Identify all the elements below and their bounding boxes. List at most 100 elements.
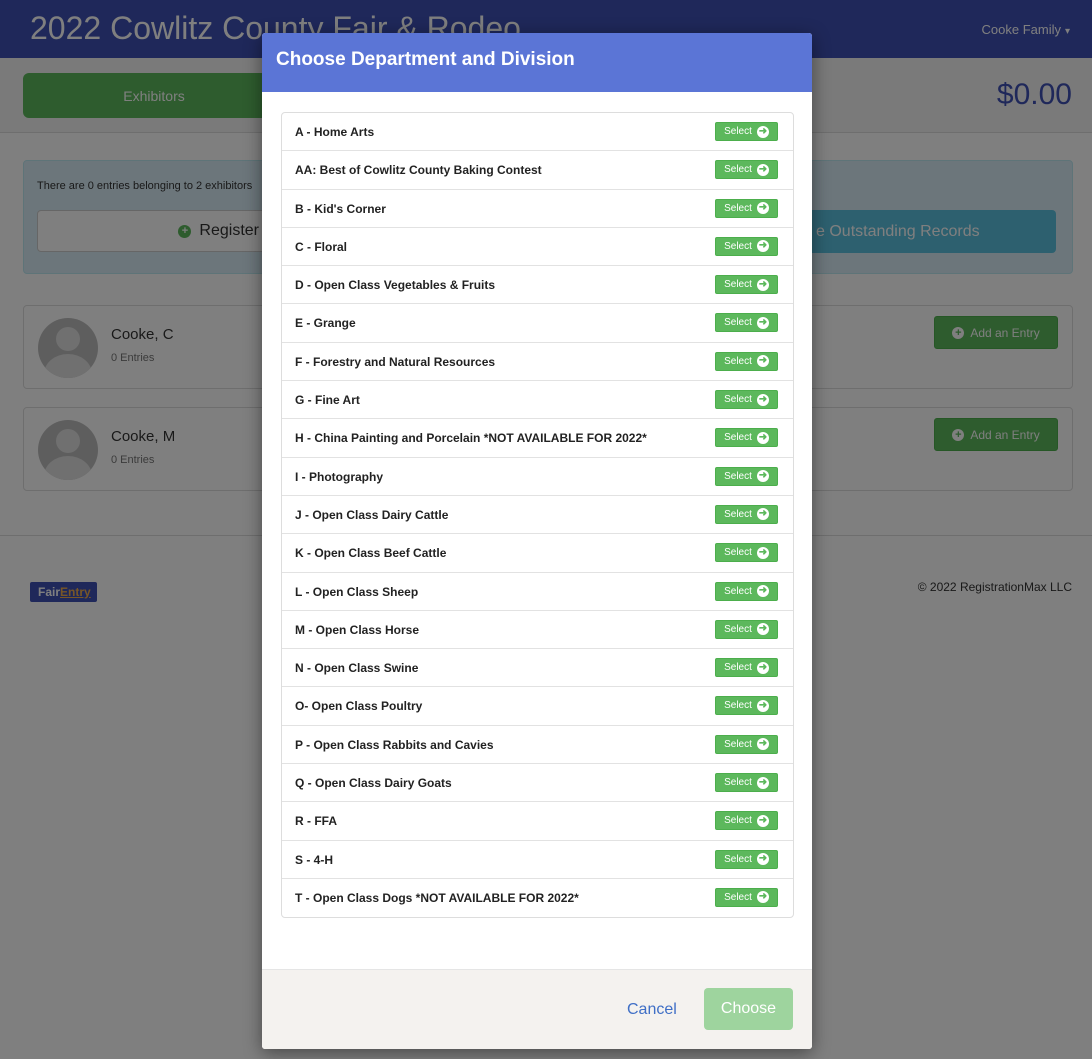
select-label: Select: [724, 470, 752, 482]
select-label: Select: [724, 508, 752, 520]
select-label: Select: [724, 355, 752, 367]
department-row[interactable]: P - Open Class Rabbits and Cavies Select ➜: [282, 726, 793, 765]
department-label: J - Open Class Dairy Cattle: [295, 507, 449, 522]
arrow-right-circle-icon: ➜: [756, 585, 769, 598]
department-row[interactable]: S - 4-H Select ➜: [282, 841, 793, 879]
dialog-footer: Cancel Choose: [262, 969, 812, 1049]
department-label: H - China Painting and Porcelain *NOT AV…: [295, 431, 647, 446]
select-label: Select: [724, 394, 752, 406]
department-row[interactable]: A - Home Arts Select ➜: [282, 113, 793, 152]
department-label: B - Kid's Corner: [295, 201, 386, 216]
department-row[interactable]: I - Photography Select ➜: [282, 458, 793, 496]
department-row[interactable]: M - Open Class Horse Select ➜: [282, 611, 793, 650]
arrow-right-circle-icon: ➜: [756, 355, 769, 368]
select-button[interactable]: Select ➜: [715, 734, 778, 754]
department-label: L - Open Class Sheep: [295, 584, 419, 599]
choose-button[interactable]: Choose: [704, 988, 793, 1030]
select-button[interactable]: Select ➜: [715, 811, 778, 831]
department-label: F - Forestry and Natural Resources: [295, 354, 496, 369]
select-button[interactable]: Select ➜: [715, 428, 778, 448]
select-button[interactable]: Select ➜: [715, 236, 778, 256]
department-label: A - Home Arts: [295, 125, 375, 139]
select-label: Select: [724, 853, 752, 865]
select-button[interactable]: Select ➜: [715, 773, 778, 793]
department-label: E - Grange: [295, 316, 356, 331]
select-button[interactable]: Select ➜: [715, 504, 778, 524]
select-label: Select: [724, 432, 752, 444]
department-label: AA: Best of Cowlitz County Baking Contes…: [295, 163, 542, 178]
select-label: Select: [724, 777, 752, 789]
department-row[interactable]: R - FFA Select ➜: [282, 802, 793, 841]
cancel-button[interactable]: Cancel: [627, 1001, 677, 1019]
select-label: Select: [724, 815, 752, 827]
department-row[interactable]: O- Open Class Poultry Select ➜: [282, 687, 793, 726]
select-button[interactable]: Select ➜: [715, 849, 778, 869]
select-label: Select: [724, 279, 752, 291]
arrow-right-circle-icon: ➜: [756, 240, 769, 253]
department-row[interactable]: E - Grange Select ➜: [282, 304, 793, 343]
arrow-right-circle-icon: ➜: [756, 814, 769, 827]
department-row[interactable]: B - Kid's Corner Select ➜: [282, 190, 793, 228]
select-button[interactable]: Select ➜: [715, 275, 778, 295]
arrow-right-circle-icon: ➜: [756, 623, 769, 636]
department-row[interactable]: G - Fine Art Select ➜: [282, 381, 793, 420]
department-label: M - Open Class Horse: [295, 622, 420, 637]
arrow-right-circle-icon: ➜: [756, 776, 769, 789]
department-row[interactable]: Q - Open Class Dairy Goats Select ➜: [282, 764, 793, 803]
department-label: O- Open Class Poultry: [295, 699, 423, 714]
select-label: Select: [724, 662, 752, 674]
select-label: Select: [724, 623, 752, 635]
select-button[interactable]: Select ➜: [715, 160, 778, 180]
select-label: Select: [724, 891, 752, 903]
select-label: Select: [724, 317, 752, 329]
select-button[interactable]: Select ➜: [715, 543, 778, 563]
department-row[interactable]: N - Open Class Swine Select ➜: [282, 649, 793, 688]
department-label: N - Open Class Swine: [295, 661, 419, 676]
department-row[interactable]: F - Forestry and Natural Resources Select…: [282, 343, 793, 382]
department-label: S - 4-H: [295, 852, 334, 867]
select-button[interactable]: Select ➜: [715, 198, 778, 218]
select-button[interactable]: Select ➜: [715, 887, 778, 907]
department-label: K - Open Class Beef Cattle: [295, 546, 447, 561]
select-button[interactable]: Select ➜: [715, 658, 778, 678]
department-label: C - Floral: [295, 239, 348, 254]
department-label: Q - Open Class Dairy Goats: [295, 776, 452, 791]
department-row[interactable]: H - China Painting and Porcelain *NOT AV…: [282, 419, 793, 458]
arrow-right-circle-icon: ➜: [756, 661, 769, 674]
select-label: Select: [724, 164, 752, 176]
department-row[interactable]: T - Open Class Dogs *NOT AVAILABLE FOR 2…: [282, 879, 793, 917]
select-button[interactable]: Select ➜: [715, 122, 778, 141]
select-button[interactable]: Select ➜: [715, 313, 778, 333]
department-row[interactable]: K - Open Class Beef Cattle Select ➜: [282, 534, 793, 573]
department-label: T - Open Class Dogs *NOT AVAILABLE FOR 2…: [295, 890, 579, 905]
select-button[interactable]: Select ➜: [715, 581, 778, 601]
select-label: Select: [724, 738, 752, 750]
department-label: P - Open Class Rabbits and Cavies: [295, 737, 494, 752]
department-row[interactable]: L - Open Class Sheep Select ➜: [282, 573, 793, 611]
department-label: R - FFA: [295, 814, 337, 829]
department-label: G - Fine Art: [295, 393, 360, 408]
arrow-right-circle-icon: ➜: [756, 699, 769, 712]
select-label: Select: [724, 240, 752, 252]
select-label: Select: [724, 547, 752, 559]
department-row[interactable]: J - Open Class Dairy Cattle Select ➜: [282, 496, 793, 535]
arrow-right-circle-icon: ➜: [756, 393, 769, 406]
arrow-right-circle-icon: ➜: [756, 891, 769, 904]
department-list: A - Home Arts Select ➜ AA: Best of Cowlitz …: [281, 112, 794, 919]
select-button[interactable]: Select ➜: [715, 696, 778, 716]
select-button[interactable]: Select ➜: [715, 619, 778, 639]
department-dialog: Choose Department and Division A - Home …: [262, 33, 812, 1049]
select-button[interactable]: Select ➜: [715, 351, 778, 371]
department-row[interactable]: AA: Best of Cowlitz County Baking Contes…: [282, 151, 793, 190]
department-label: I - Photography: [295, 469, 383, 484]
department-row[interactable]: D - Open Class Vegetables & Fruits Select…: [282, 266, 793, 305]
department-row[interactable]: C - Floral Select ➜: [282, 228, 793, 267]
select-button[interactable]: Select ➜: [715, 390, 778, 410]
arrow-right-circle-icon: ➜: [756, 546, 769, 559]
select-label: Select: [724, 585, 752, 597]
arrow-right-circle-icon: ➜: [756, 853, 769, 866]
arrow-right-circle-icon: ➜: [756, 163, 769, 176]
select-button[interactable]: Select ➜: [715, 466, 778, 486]
dialog-header: Choose Department and Division: [262, 33, 812, 92]
arrow-right-circle-icon: ➜: [756, 125, 769, 138]
